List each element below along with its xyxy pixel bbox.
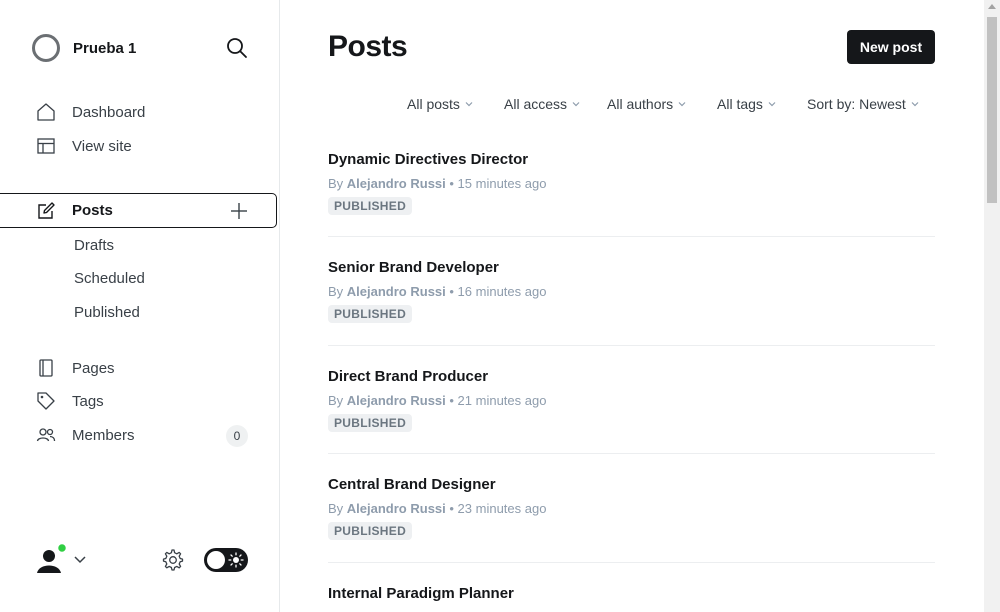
post-list-item[interactable]: Senior Brand Developer By Alejandro Russ… [328, 259, 935, 323]
site-name: Prueba 1 [73, 39, 137, 57]
chevron-down-icon [465, 102, 473, 107]
post-author: Alejandro Russi [346, 284, 446, 299]
sidebar-item-dashboard[interactable]: Dashboard [36, 102, 145, 122]
divider [328, 345, 935, 346]
scroll-up-arrow[interactable] [988, 4, 996, 9]
post-meta: By Alejandro Russi • 15 minutes ago [328, 176, 935, 191]
post-time: • 15 minutes ago [449, 176, 547, 191]
post-title: Central Brand Designer [328, 476, 496, 493]
filter-label: Sort by: Newest [807, 96, 906, 112]
post-time: • 21 minutes ago [449, 393, 547, 408]
theme-toggle[interactable] [204, 548, 248, 572]
search-icon[interactable] [226, 37, 248, 59]
scrollbar[interactable] [984, 0, 1000, 612]
filter-all-access[interactable]: All access [504, 96, 580, 112]
post-title: Senior Brand Developer [328, 259, 499, 276]
toggle-knob [207, 551, 225, 569]
sidebar: Prueba 1 Dashboard View site Posts Draft… [0, 0, 280, 612]
chevron-down-icon [768, 102, 776, 107]
sidebar-subitem-published[interactable]: Published [74, 304, 140, 321]
home-icon [37, 103, 55, 121]
post-title: Direct Brand Producer [328, 368, 489, 385]
post-time: • 23 minutes ago [449, 501, 547, 516]
chevron-down-icon [678, 102, 686, 107]
sidebar-item-label: Dashboard [72, 103, 146, 121]
tag-icon [37, 392, 55, 410]
sidebar-item-posts[interactable]: Posts [0, 193, 277, 228]
divider [328, 453, 935, 454]
post-author: Alejandro Russi [346, 501, 446, 516]
site-brand[interactable]: Prueba 1 [32, 32, 136, 64]
chevron-down-icon[interactable] [73, 552, 87, 566]
sidebar-item-view-site[interactable]: View site [36, 136, 132, 156]
sidebar-item-tags[interactable]: Tags [36, 391, 104, 411]
avatar[interactable] [32, 543, 66, 577]
sidebar-item-label: Posts [72, 202, 113, 219]
status-badge: PUBLISHED [328, 305, 413, 323]
filter-sort[interactable]: Sort by: Newest [807, 96, 919, 112]
layout-icon [37, 138, 55, 154]
post-time: • 16 minutes ago [449, 284, 547, 299]
post-list-item[interactable]: Direct Brand Producer By Alejandro Russi… [328, 368, 935, 432]
sidebar-item-members[interactable]: Members [36, 425, 135, 445]
divider [328, 236, 935, 237]
edit-icon [38, 202, 55, 219]
post-by: By [328, 393, 344, 408]
filter-label: All posts [407, 96, 460, 112]
filter-all-posts[interactable]: All posts [407, 96, 473, 112]
site-logo [32, 34, 60, 62]
status-badge: PUBLISHED [328, 197, 413, 215]
filter-label: All tags [717, 96, 763, 112]
sidebar-subitem-scheduled[interactable]: Scheduled [74, 270, 145, 287]
members-count-badge: 0 [226, 425, 248, 447]
post-meta: By Alejandro Russi • 16 minutes ago [328, 284, 935, 299]
plus-icon[interactable] [229, 201, 249, 221]
post-list-item[interactable]: Central Brand Designer By Alejandro Russ… [328, 476, 935, 540]
post-list-item[interactable]: Dynamic Directives Director By Alejandro… [328, 151, 935, 215]
online-status-dot [56, 543, 66, 554]
scrollbar-thumb[interactable] [987, 17, 997, 203]
post-by: By [328, 501, 344, 516]
page-title: Posts [328, 30, 408, 63]
post-by: By [328, 284, 344, 299]
sidebar-item-label: Members [72, 426, 135, 444]
filter-label: All authors [607, 96, 674, 112]
main-content: Posts New post All posts All access All … [280, 0, 984, 612]
gear-icon[interactable] [161, 548, 185, 572]
status-badge: PUBLISHED [328, 414, 413, 432]
filter-all-authors[interactable]: All authors [607, 96, 686, 112]
sidebar-subitem-drafts[interactable]: Drafts [74, 237, 114, 254]
post-author: Alejandro Russi [346, 176, 446, 191]
filter-all-tags[interactable]: All tags [717, 96, 776, 112]
members-icon [36, 428, 56, 442]
status-badge: PUBLISHED [328, 522, 413, 540]
post-author: Alejandro Russi [346, 393, 446, 408]
filter-label: All access [504, 96, 568, 112]
sidebar-item-label: View site [72, 137, 132, 155]
post-meta: By Alejandro Russi • 21 minutes ago [328, 393, 935, 408]
sidebar-item-pages[interactable]: Pages [36, 358, 115, 378]
sidebar-item-label: Tags [72, 392, 104, 410]
post-list-item[interactable]: Internal Paradigm Planner [328, 585, 935, 602]
post-meta: By Alejandro Russi • 23 minutes ago [328, 501, 935, 516]
page-icon [39, 359, 53, 377]
chevron-down-icon [572, 102, 580, 107]
post-title: Dynamic Directives Director [328, 151, 529, 168]
post-title: Internal Paradigm Planner [328, 585, 514, 602]
sun-icon [228, 552, 244, 568]
sidebar-item-label: Pages [72, 359, 115, 377]
post-by: By [328, 176, 344, 191]
chevron-down-icon [911, 102, 919, 107]
new-post-button[interactable]: New post [847, 30, 935, 64]
divider [328, 562, 935, 563]
